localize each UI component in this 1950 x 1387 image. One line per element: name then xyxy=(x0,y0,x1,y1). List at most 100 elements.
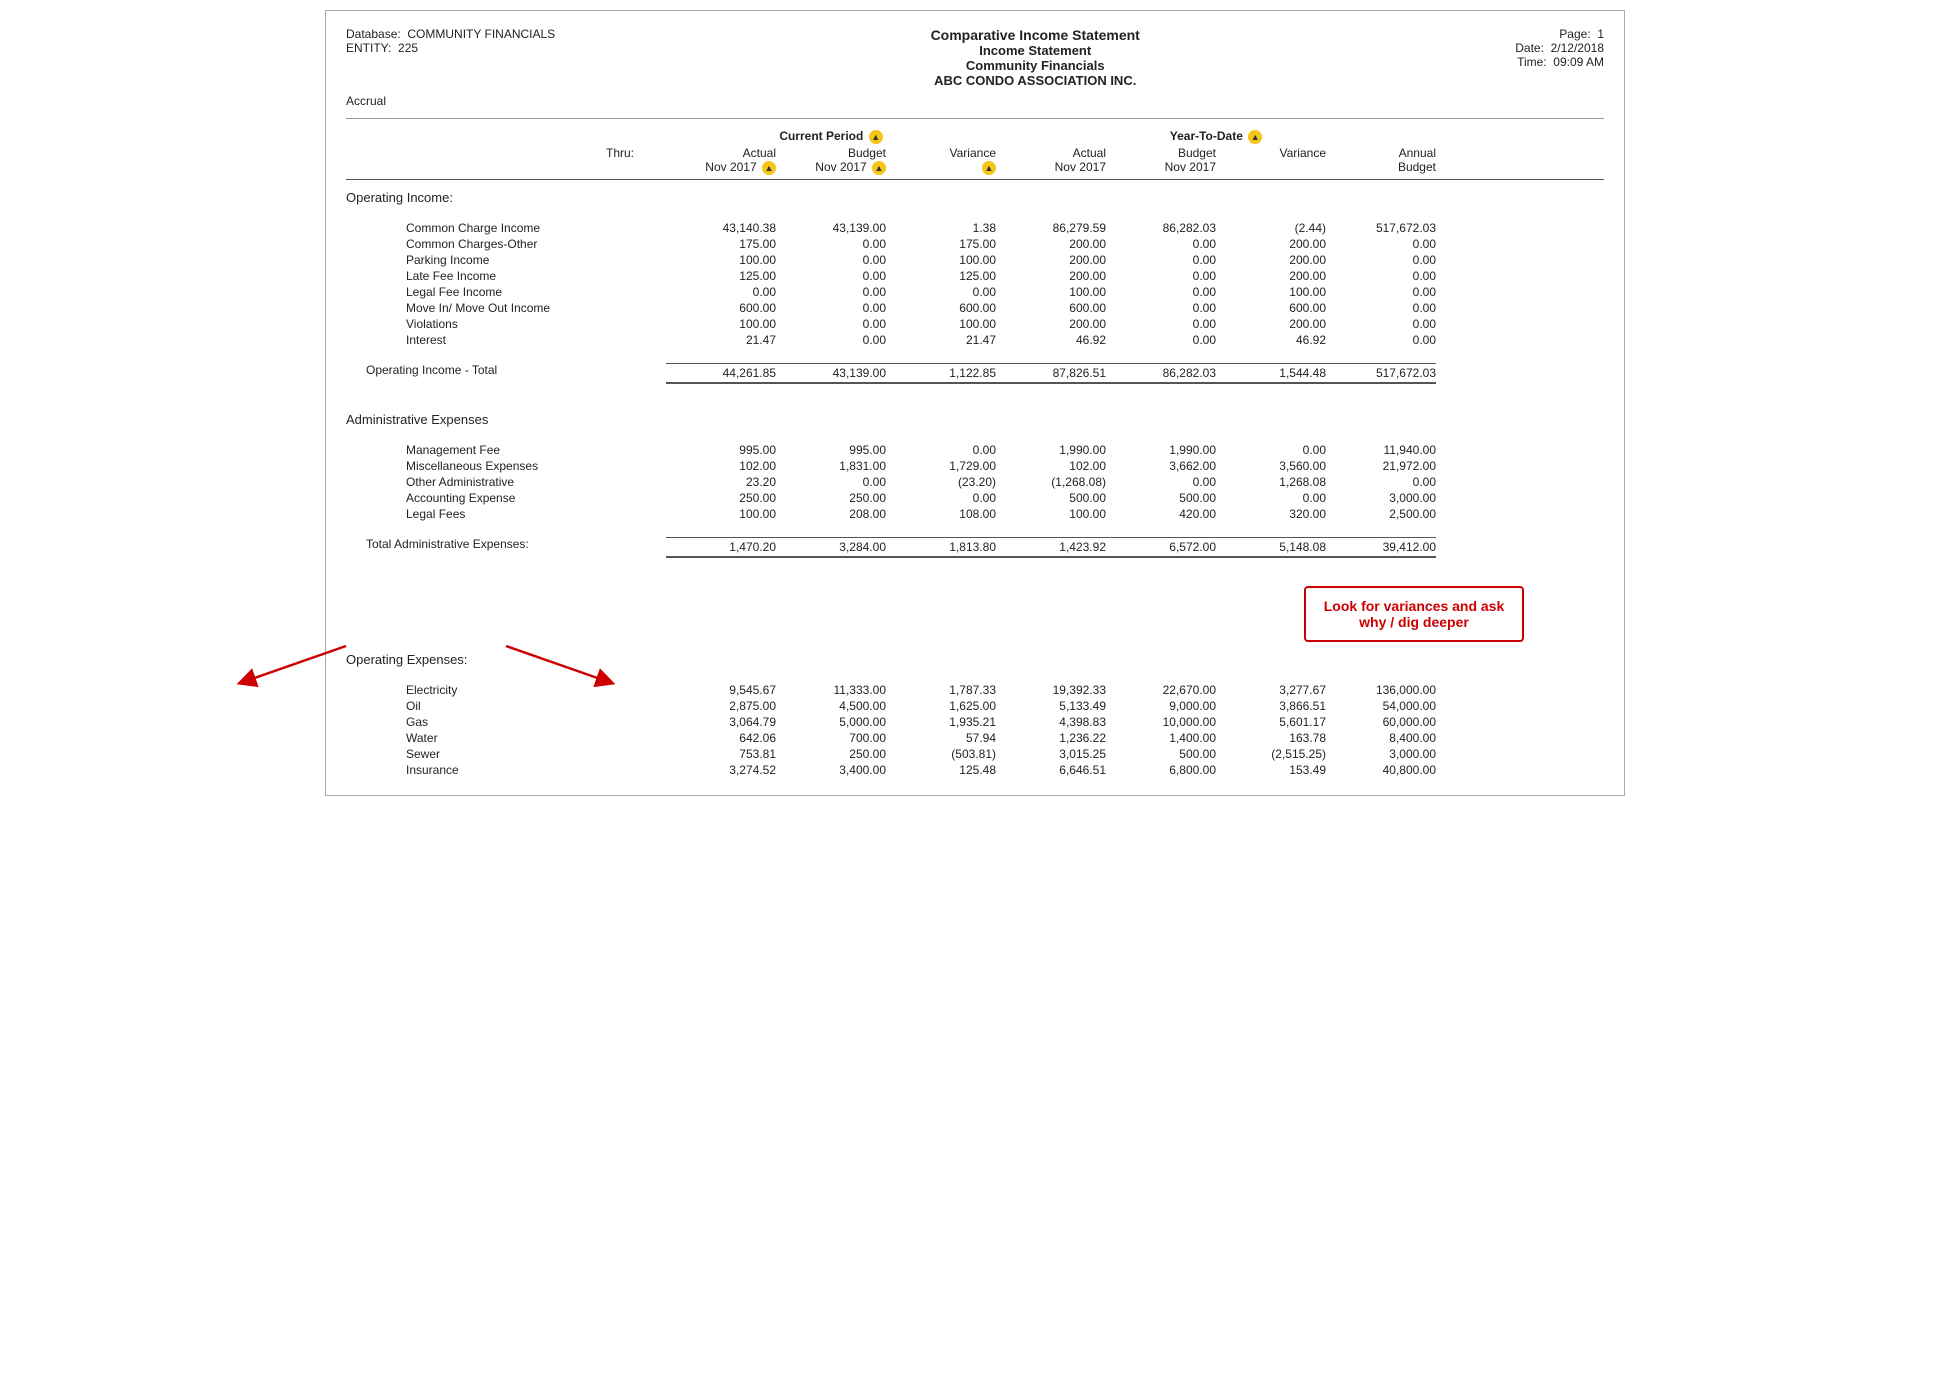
double-line-cell xyxy=(886,556,996,560)
oi-double-line xyxy=(346,382,1604,386)
row-value: 0.00 xyxy=(1326,333,1436,347)
total-value: 1,813.80 xyxy=(886,537,996,554)
row-label: Legal Fees xyxy=(346,507,666,521)
date-label: Date: xyxy=(1515,41,1544,55)
header-center: Comparative Income Statement Income Stat… xyxy=(555,27,1515,88)
row-value: 3,000.00 xyxy=(1326,747,1436,761)
row-value: (503.81) xyxy=(886,747,996,761)
time-label: Time: xyxy=(1517,55,1547,69)
row-value: 100.00 xyxy=(666,253,776,267)
row-value: 208.00 xyxy=(776,507,886,521)
row-value: 125.48 xyxy=(886,763,996,777)
row-value: 200.00 xyxy=(1216,253,1326,267)
admin-expenses-title: Administrative Expenses xyxy=(346,412,1604,427)
database-value: COMMUNITY FINANCIALS xyxy=(407,27,555,41)
row-value: 0.00 xyxy=(1106,333,1216,347)
row-label: Sewer xyxy=(346,747,666,761)
row-value: 995.00 xyxy=(666,443,776,457)
row-value: 200.00 xyxy=(996,237,1106,251)
callout-text: Look for variances and ask why / dig dee… xyxy=(1324,598,1505,630)
row-value: 136,000.00 xyxy=(1326,683,1436,697)
row-value: 250.00 xyxy=(666,491,776,505)
variance-sort-icon[interactable]: ▲ xyxy=(982,161,996,175)
table-row: Common Charges-Other175.000.00175.00200.… xyxy=(346,237,1604,251)
entity-value: 225 xyxy=(398,41,418,55)
row-value: 175.00 xyxy=(666,237,776,251)
table-row: Move In/ Move Out Income600.000.00600.00… xyxy=(346,301,1604,315)
row-value: 1,935.21 xyxy=(886,715,996,729)
row-value: 21,972.00 xyxy=(1326,459,1436,473)
row-value: 40,800.00 xyxy=(1326,763,1436,777)
table-row: Parking Income100.000.00100.00200.000.00… xyxy=(346,253,1604,267)
row-label: Insurance xyxy=(346,763,666,777)
variance-col-header: Variance ▲ xyxy=(886,146,996,175)
row-value: 1,729.00 xyxy=(886,459,996,473)
double-line-cell xyxy=(666,556,776,560)
row-value: 250.00 xyxy=(776,747,886,761)
actual-col-header: Actual Nov 2017 ▲ xyxy=(666,146,776,175)
row-value: 420.00 xyxy=(1106,507,1216,521)
row-value: 200.00 xyxy=(1216,317,1326,331)
current-period-sort-icon[interactable]: ▲ xyxy=(869,130,883,144)
row-value: 200.00 xyxy=(996,253,1106,267)
row-label: Legal Fee Income xyxy=(346,285,666,299)
budget-sort-icon[interactable]: ▲ xyxy=(872,161,886,175)
double-line-cell xyxy=(1216,556,1326,560)
actual-sort-icon[interactable]: ▲ xyxy=(762,161,776,175)
report-header: Database: COMMUNITY FINANCIALS ENTITY: 2… xyxy=(346,27,1604,88)
row-value: 11,940.00 xyxy=(1326,443,1436,457)
row-label: Move In/ Move Out Income xyxy=(346,301,666,315)
col-empty3 xyxy=(1326,129,1436,144)
table-row: Oil2,875.004,500.001,625.005,133.499,000… xyxy=(346,699,1604,713)
row-value: (2,515.25) xyxy=(1216,747,1326,761)
spacer4 xyxy=(346,433,1604,443)
row-value: 108.00 xyxy=(886,507,996,521)
row-value: 4,500.00 xyxy=(776,699,886,713)
row-value: 0.00 xyxy=(776,317,886,331)
row-value: 600.00 xyxy=(1216,301,1326,315)
row-value: 22,670.00 xyxy=(1106,683,1216,697)
row-value: 43,139.00 xyxy=(776,221,886,235)
total-value: 1,470.20 xyxy=(666,537,776,554)
row-value: 10,000.00 xyxy=(1106,715,1216,729)
row-value: 0.00 xyxy=(666,285,776,299)
total-label: Total Administrative Expenses: xyxy=(346,537,666,554)
page-container: Database: COMMUNITY FINANCIALS ENTITY: 2… xyxy=(325,10,1625,796)
budget-col-header: Budget Nov 2017 ▲ xyxy=(776,146,886,175)
ytd-sort-icon[interactable]: ▲ xyxy=(1248,130,1262,144)
row-value: 517,672.03 xyxy=(1326,221,1436,235)
row-label: Electricity xyxy=(346,683,666,697)
row-value: 3,662.00 xyxy=(1106,459,1216,473)
row-value: 100.00 xyxy=(1216,285,1326,299)
total-value: 5,148.08 xyxy=(1216,537,1326,554)
ytd-actual-col-header: Actual Nov 2017 xyxy=(996,146,1106,175)
row-value: 0.00 xyxy=(776,237,886,251)
row-value: 5,000.00 xyxy=(776,715,886,729)
row-value: 19,392.33 xyxy=(996,683,1106,697)
row-value: 320.00 xyxy=(1216,507,1326,521)
row-value: 21.47 xyxy=(666,333,776,347)
row-value: 100.00 xyxy=(886,253,996,267)
date-value: 2/12/2018 xyxy=(1551,41,1604,55)
col-empty4 xyxy=(346,146,606,175)
row-value: 0.00 xyxy=(1326,237,1436,251)
report-title4: ABC CONDO ASSOCIATION INC. xyxy=(555,73,1515,88)
row-value: 2,500.00 xyxy=(1326,507,1436,521)
double-line-cell xyxy=(996,382,1106,386)
row-value: 1,831.00 xyxy=(776,459,886,473)
row-value: 0.00 xyxy=(1106,285,1216,299)
row-value: 2,875.00 xyxy=(666,699,776,713)
total-value: 86,282.03 xyxy=(1106,363,1216,380)
current-period-header: Current Period ▲ xyxy=(666,129,996,144)
callout-area: Look for variances and ask why / dig dee… xyxy=(346,586,1524,642)
row-value: 54,000.00 xyxy=(1326,699,1436,713)
row-value: 102.00 xyxy=(666,459,776,473)
table-row: Sewer753.81250.00(503.81)3,015.25500.00(… xyxy=(346,747,1604,761)
row-value: 500.00 xyxy=(996,491,1106,505)
actual-sort-icon-wrap: Nov 2017 ▲ xyxy=(666,160,776,175)
total-row: Total Administrative Expenses:1,470.203,… xyxy=(346,537,1604,554)
row-value: 1.38 xyxy=(886,221,996,235)
row-value: 1,990.00 xyxy=(996,443,1106,457)
report-title2: Income Statement xyxy=(555,43,1515,58)
row-value: (23.20) xyxy=(886,475,996,489)
